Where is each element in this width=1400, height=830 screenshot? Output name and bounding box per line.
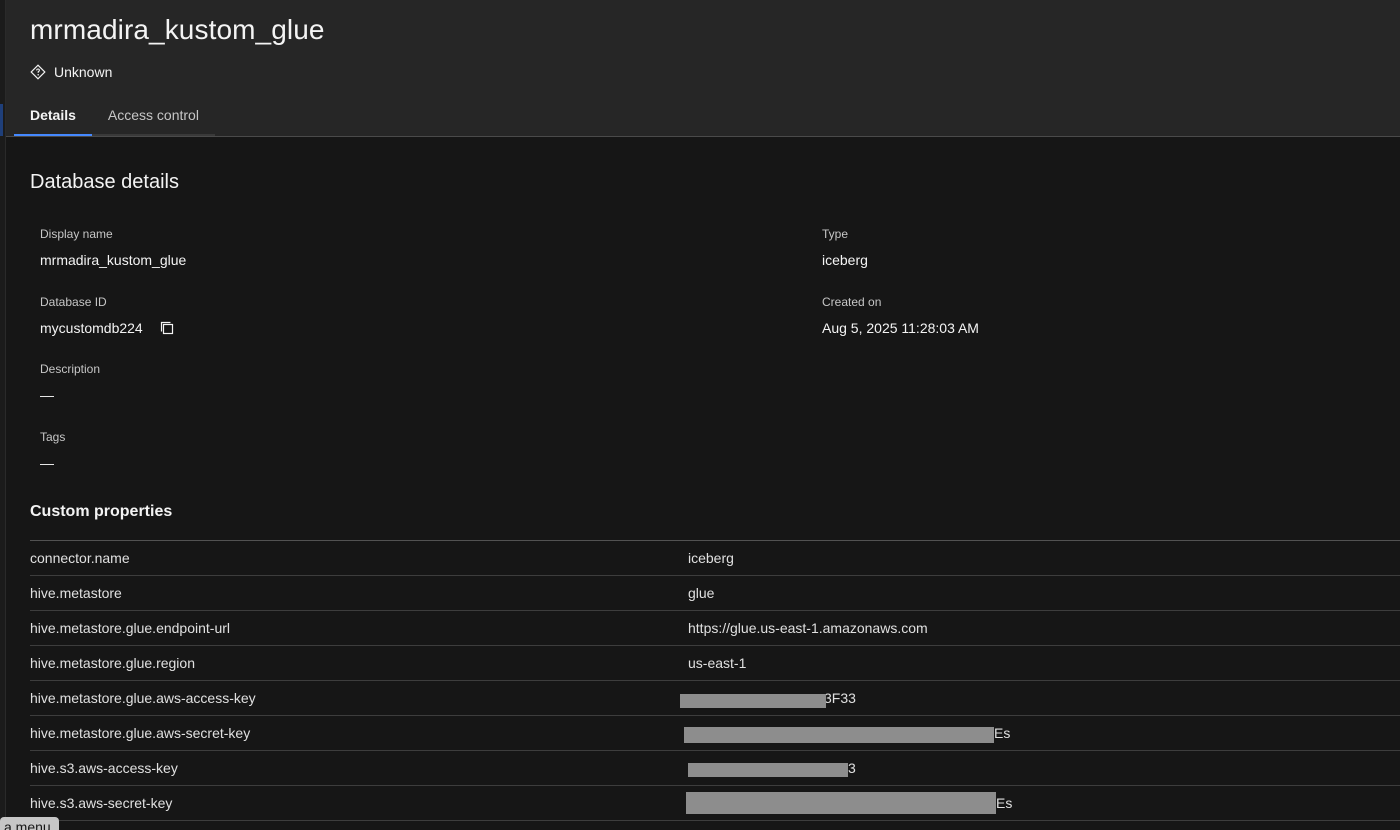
property-value: Es	[996, 795, 1013, 811]
tab-details[interactable]: Details	[14, 96, 92, 136]
custom-properties-table: connector.name iceberg hive.metastore gl…	[30, 540, 1400, 821]
property-value: Es	[994, 725, 1011, 741]
tab-list: Details Access control	[14, 96, 215, 136]
database-details-heading: Database details	[30, 171, 179, 193]
property-value: iceberg	[688, 550, 734, 566]
overflow-menu-tab[interactable]: a menu	[0, 817, 59, 830]
property-key: hive.metastore.glue.aws-secret-key	[30, 725, 251, 741]
property-key: hive.metastore.glue.endpoint-url	[30, 620, 231, 636]
display-name-label: Display name	[40, 227, 113, 241]
status-label: Unknown	[54, 64, 113, 80]
type-value: iceberg	[822, 252, 868, 268]
redaction-mask	[688, 763, 848, 777]
created-on-label: Created on	[822, 295, 882, 309]
property-value: us-east-1	[688, 655, 747, 671]
property-value: https://glue.us-east-1.amazonaws.com	[688, 620, 928, 636]
table-row: hive.metastore.glue.aws-access-key 3F33	[30, 681, 1400, 716]
redaction-mask	[680, 694, 826, 708]
description-field: Description —	[40, 361, 100, 404]
property-key: hive.metastore	[30, 585, 122, 601]
property-value: 3F33	[824, 690, 856, 706]
property-key: connector.name	[30, 550, 130, 566]
table-row: connector.name iceberg	[30, 541, 1400, 576]
property-key: hive.s3.aws-access-key	[30, 760, 178, 776]
database-id-row: mycustomdb224	[40, 319, 175, 337]
tags-label: Tags	[40, 430, 66, 444]
table-row: hive.metastore.glue.endpoint-url https:/…	[30, 611, 1400, 646]
property-key: hive.s3.aws-secret-key	[30, 795, 173, 811]
unknown-status-icon	[30, 64, 46, 80]
database-details-page: mrmadira_kustom_glue Unknown Details Acc…	[0, 0, 1400, 830]
status-indicator: Unknown	[30, 64, 112, 80]
table-row: hive.s3.aws-secret-key Es	[30, 786, 1400, 821]
table-row: hive.metastore glue	[30, 576, 1400, 611]
left-nav-active-indicator	[0, 104, 3, 136]
custom-properties-heading: Custom properties	[30, 503, 173, 520]
type-label: Type	[822, 227, 849, 241]
page-header: mrmadira_kustom_glue Unknown Details Acc…	[6, 0, 1400, 137]
copy-icon[interactable]	[159, 320, 175, 336]
page-title: mrmadira_kustom_glue	[30, 14, 325, 45]
display-name-field: Display name mrmadira_kustom_glue	[40, 226, 186, 269]
created-on-value: Aug 5, 2025 11:28:03 AM	[822, 320, 979, 336]
tab-access-control[interactable]: Access control	[91, 96, 215, 136]
database-id-label: Database ID	[40, 295, 107, 309]
redaction-mask	[686, 792, 996, 814]
database-id-value: mycustomdb224	[40, 320, 143, 336]
description-value: —	[40, 387, 54, 403]
type-field: Type iceberg	[822, 226, 868, 269]
property-value: glue	[688, 585, 715, 601]
tags-value: —	[40, 455, 54, 471]
display-name-value: mrmadira_kustom_glue	[40, 252, 187, 268]
created-on-field: Created on Aug 5, 2025 11:28:03 AM	[822, 294, 979, 337]
redaction-mask	[684, 727, 994, 743]
property-key: hive.metastore.glue.aws-access-key	[30, 690, 256, 706]
property-key: hive.metastore.glue.region	[30, 655, 195, 671]
database-id-field: Database ID mycustomdb224	[40, 294, 175, 337]
table-row: hive.s3.aws-access-key 3	[30, 751, 1400, 786]
table-row: hive.metastore.glue.aws-secret-key Es	[30, 716, 1400, 751]
description-label: Description	[40, 362, 101, 376]
property-value: 3	[848, 760, 856, 776]
table-row: hive.metastore.glue.region us-east-1	[30, 646, 1400, 681]
tags-field: Tags —	[40, 429, 65, 472]
